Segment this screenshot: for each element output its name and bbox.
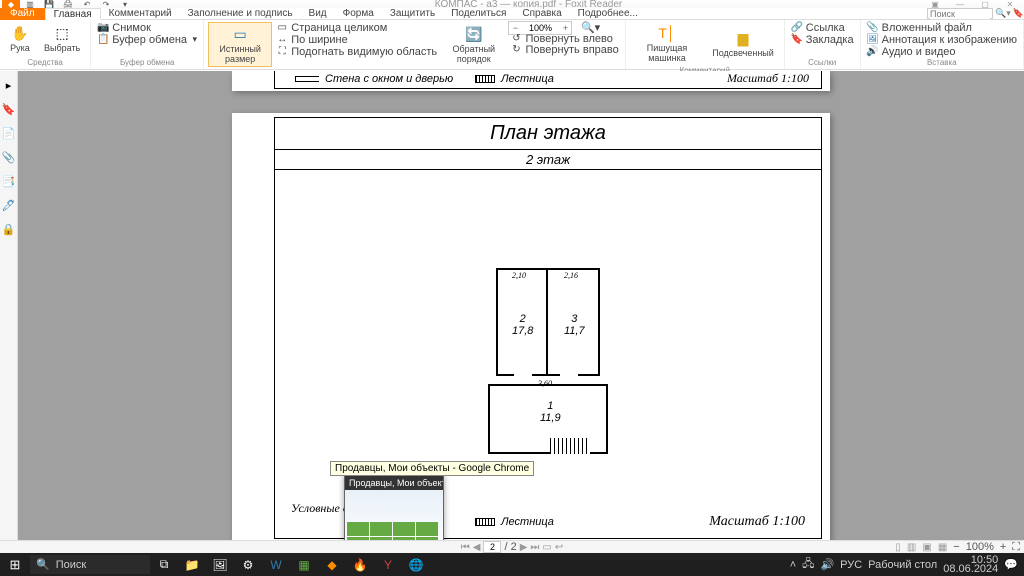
page-whole[interactable]: ▭Страница целиком [274, 22, 439, 33]
close-button[interactable]: ✕ [998, 0, 1022, 8]
group-tools-label: Средства [4, 58, 86, 67]
tab-share[interactable]: Поделиться [443, 8, 514, 20]
page-total: / 2 [504, 541, 516, 553]
reverse-order-button[interactable]: 🔄Обратный порядок [441, 22, 506, 67]
windows-taskbar: ⊞ 🔍 Поиск ⧉ 📁 🖼 ⚙ W ▦ ◆ 🔥 Y 🌐 ˄ 🖧 🔊 РУС … [0, 553, 1024, 576]
audio-video-button[interactable]: 🔊Аудио и видео [865, 46, 1019, 57]
link-button[interactable]: 🔗Ссылка [789, 22, 856, 33]
tab-protect[interactable]: Защитить [382, 8, 443, 20]
zoom-input[interactable] [521, 23, 559, 33]
view-facing-icon[interactable]: ▣ [922, 542, 931, 553]
legend-stairs: Лестница [501, 516, 554, 528]
search-next-icon[interactable]: 🔍▾ [995, 8, 1011, 19]
taskbar-preview[interactable]: Продавцы, Мои объекты - ... [344, 475, 444, 540]
reading-mode-button[interactable]: ▭ [542, 542, 551, 553]
taskbar-tooltip: Продавцы, Мои объекты - Google Chrome [330, 461, 534, 476]
ribbon-collapse-icon[interactable]: ▣ [923, 0, 947, 8]
tab-comment[interactable]: Комментарий [101, 8, 180, 20]
taskbar-search[interactable]: 🔍 Поиск [30, 555, 150, 574]
clipboard-button[interactable]: 📋Буфер обмена ▾ [95, 34, 199, 45]
floor-plan-drawing: 217,8 311,7 111,9 2,10 2,16 3,60 [488, 268, 608, 458]
tray-notifications-icon[interactable]: 💬 [1004, 558, 1018, 571]
zoom-out-button[interactable]: − [509, 23, 521, 33]
start-button[interactable]: ⊞ [0, 553, 30, 576]
reflow-button[interactable]: ↩ [555, 542, 563, 553]
fullscreen-button[interactable]: ⛶ [1012, 541, 1020, 554]
rotate-right-button[interactable]: ↻Повернуть вправо [508, 44, 620, 55]
pages-panel-icon[interactable]: 📄 [2, 126, 16, 140]
last-page-button[interactable]: ⏭ [530, 542, 539, 553]
prev-page-button[interactable]: ◀ [473, 542, 481, 553]
tab-help[interactable]: Справка [514, 8, 569, 20]
search-bookmark-icon[interactable]: 🔖 [1013, 8, 1024, 19]
actual-size-button[interactable]: ▭Истинный размер [208, 22, 272, 67]
hand-tool[interactable]: ✋Рука [4, 22, 36, 55]
select-tool[interactable]: ⬚Выбрать [38, 22, 86, 55]
highlight-button[interactable]: ▆Подсвеченный [706, 22, 780, 65]
search-input[interactable] [930, 9, 990, 19]
tray-desktop-label[interactable]: Рабочий стол [868, 559, 937, 571]
scale-label: Масштаб 1:100 [709, 514, 805, 530]
status-zoom-value: 100% [966, 541, 994, 553]
tab-view[interactable]: Вид [301, 8, 335, 20]
snapshot-button[interactable]: 📷Снимок [95, 22, 199, 33]
tray-clock[interactable]: 10:5008.06.2024 [943, 556, 998, 574]
task-photo[interactable]: 🖼 [206, 553, 234, 576]
task-foxit[interactable]: ◆ [318, 553, 346, 576]
next-page-button[interactable]: ▶ [520, 542, 528, 553]
task-calc[interactable]: ▦ [290, 553, 318, 576]
document-viewport[interactable]: C 21 Стена с окном и дверью Лестница Мас… [18, 71, 1024, 540]
by-width[interactable]: ↔По ширине [274, 34, 439, 45]
tab-form[interactable]: Форма [335, 8, 382, 20]
navigation-sidebar: ▸ 🔖 📄 📎 📑 🖊 🔒 [0, 71, 18, 540]
fit-visible[interactable]: ⛶Подогнать видимую область [274, 46, 439, 57]
rotate-left-button[interactable]: ↺Повернуть влево [508, 33, 620, 44]
tab-home[interactable]: Главная [45, 8, 101, 20]
status-zoom-out[interactable]: − [953, 541, 959, 553]
view-single-icon[interactable]: ▯ [895, 542, 901, 553]
search-box[interactable] [927, 8, 993, 19]
tray-lang[interactable]: РУС [840, 559, 862, 571]
first-page-button[interactable]: ⏮ [461, 542, 470, 553]
group-links-label: Ссылки [789, 58, 856, 67]
typewriter-button[interactable]: T│Пишущая машинка [630, 22, 705, 65]
tab-more[interactable]: Подробнее... [570, 8, 646, 20]
task-chrome[interactable]: 🌐 [402, 553, 430, 576]
security-panel-icon[interactable]: 🔒 [2, 222, 16, 236]
maximize-button[interactable]: ▢ [973, 0, 997, 8]
page-1-bottom: Стена с окном и дверью Лестница Масштаб … [232, 71, 830, 91]
task-firefox[interactable]: 🔥 [346, 553, 374, 576]
group-clipboard-label: Буфер обмена [95, 58, 199, 67]
minimize-button[interactable]: — [948, 0, 972, 8]
plan-title: План этажа [275, 118, 821, 149]
task-yandex[interactable]: Y [374, 553, 402, 576]
file-tab[interactable]: Файл [0, 8, 45, 20]
tray-volume-icon[interactable]: 🔊 [820, 558, 834, 571]
sidebar-expand-icon[interactable]: ▸ [6, 79, 12, 92]
layers-panel-icon[interactable]: 📑 [2, 174, 16, 188]
tray-network-icon[interactable]: 🖧 [802, 555, 814, 574]
tray-up-icon[interactable]: ˄ [790, 559, 796, 571]
status-zoom-in[interactable]: + [1000, 541, 1006, 553]
view-cont-facing-icon[interactable]: ▦ [938, 542, 947, 553]
task-word[interactable]: W [262, 553, 290, 576]
status-bar: ⏮ ◀ / 2 ▶ ⏭ ▭ ↩ ▯ ▥ ▣ ▦ − 100% + ⛶ [0, 540, 1024, 553]
attach-button[interactable]: 📎Вложенный файл [865, 22, 1019, 33]
tab-fill[interactable]: Заполнение и подпись [180, 8, 301, 20]
comments-panel-icon[interactable]: 🖊 [2, 198, 16, 212]
page-input[interactable] [483, 541, 501, 553]
task-settings[interactable]: ⚙ [234, 553, 262, 576]
image-annot-button[interactable]: 🖼Аннотация к изображению [865, 34, 1019, 45]
zoom-in-button[interactable]: + [559, 23, 571, 33]
plan-subtitle: 2 этаж [275, 149, 821, 169]
view-continuous-icon[interactable]: ▥ [907, 542, 916, 553]
bookmarks-panel-icon[interactable]: 🔖 [2, 102, 16, 116]
group-insert-label: Вставка [865, 58, 1019, 67]
task-view-button[interactable]: ⧉ [150, 553, 178, 576]
task-explorer[interactable]: 📁 [178, 553, 206, 576]
attachments-panel-icon[interactable]: 📎 [2, 150, 16, 164]
bookmark-button[interactable]: 🔖Закладка [789, 34, 856, 45]
